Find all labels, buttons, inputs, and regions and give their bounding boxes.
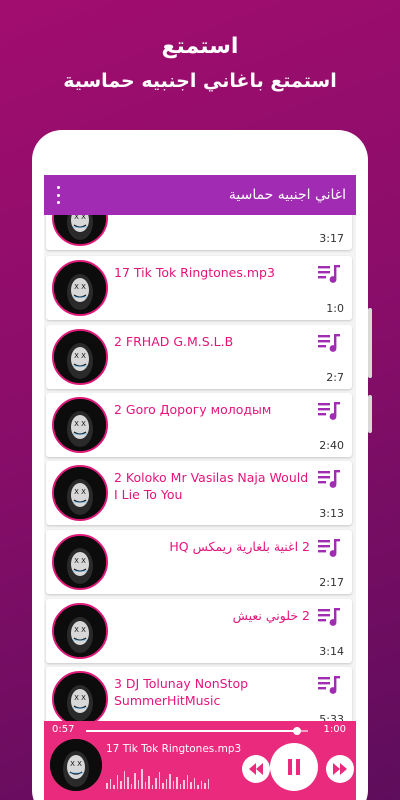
- song-item[interactable]: X X 2 Koloko Mr Vasilas Naja Would I Lie …: [46, 461, 352, 525]
- song-duration: 2:40: [319, 439, 344, 452]
- total-time: 1:00: [323, 724, 346, 735]
- song-item[interactable]: X X 2 FRHAD G.M.S.L.B 2:7: [46, 325, 352, 389]
- add-to-playlist-icon[interactable]: [318, 469, 340, 489]
- more-vert-icon[interactable]: [54, 186, 62, 204]
- pause-button[interactable]: [270, 743, 318, 791]
- svg-text:X X: X X: [74, 420, 86, 428]
- promo-subtitle: استمتع باغاني اجنبيه حماسية: [63, 70, 337, 92]
- app-bar: اغاني اجنبيه حماسية: [44, 175, 356, 215]
- svg-text:X X: X X: [70, 760, 82, 768]
- app-title: اغاني اجنبيه حماسية: [228, 187, 346, 203]
- song-item[interactable]: X X 2 اغنية بلغارية ريمكس HQ 2:17: [46, 530, 352, 594]
- song-duration: 2:17: [319, 576, 344, 589]
- song-item[interactable]: X X 2 خلوني نعيش 3:14: [46, 599, 352, 663]
- add-to-playlist-icon[interactable]: [318, 607, 340, 627]
- current-time: 0:57: [52, 724, 75, 735]
- song-duration: 2:7: [326, 371, 344, 384]
- skip-next-icon: [333, 763, 347, 775]
- song-item[interactable]: X X 17 Tik Tok Ringtones.mp3 1:0: [46, 256, 352, 320]
- song-artwork: X X: [52, 671, 108, 727]
- song-title: 17 Tik Tok Ringtones.mp3: [114, 265, 275, 280]
- now-playing-title: 17 Tik Tok Ringtones.mp3: [106, 743, 242, 755]
- song-artwork: X X: [52, 397, 108, 453]
- add-to-playlist-icon[interactable]: [318, 264, 340, 284]
- phone-side-button: [368, 395, 372, 433]
- svg-text:X X: X X: [74, 283, 86, 291]
- now-playing-artwork: X X: [50, 739, 102, 791]
- song-title: 3 DJ Tolunay NonStop SummerHitMusic: [114, 676, 249, 708]
- audio-waveform: [106, 761, 226, 789]
- song-title: 2 Goro Дорогу молодым: [114, 402, 272, 417]
- song-duration: 3:14: [319, 645, 344, 658]
- song-duration: 3:17: [319, 232, 344, 245]
- phone-frame: اغاني اجنبيه حماسية X X 3:17 X X 17 Tik Tok…: [32, 130, 368, 800]
- song-title: 2 FRHAD G.M.S.L.B: [114, 334, 234, 349]
- song-title: 2 خلوني نعيش: [232, 608, 310, 623]
- mini-player: 0:57 1:00 X X 17 Tik Tok Ringtones.mp3: [44, 721, 356, 800]
- add-to-playlist-icon[interactable]: [318, 538, 340, 558]
- song-title: 2 Koloko Mr Vasilas Naja Would I Lie To …: [114, 470, 309, 502]
- song-artwork: X X: [52, 260, 108, 316]
- svg-text:X X: X X: [74, 626, 86, 634]
- skip-next-button[interactable]: [326, 755, 354, 783]
- skip-previous-icon: [249, 763, 263, 775]
- song-artwork: X X: [52, 465, 108, 521]
- svg-text:X X: X X: [74, 557, 86, 565]
- skip-previous-button[interactable]: [242, 755, 270, 783]
- seek-thumb[interactable]: [292, 727, 301, 735]
- add-to-playlist-icon[interactable]: [318, 333, 340, 353]
- svg-text:X X: X X: [74, 694, 86, 702]
- phone-side-button: [368, 308, 372, 378]
- svg-text:X X: X X: [74, 488, 86, 496]
- song-duration: 1:0: [326, 302, 344, 315]
- song-artwork: X X: [52, 534, 108, 590]
- add-to-playlist-icon[interactable]: [318, 401, 340, 421]
- song-title: 2 اغنية بلغارية ريمكس HQ: [169, 539, 310, 554]
- promo-title: استمتع: [161, 34, 239, 59]
- song-artwork: X X: [52, 329, 108, 385]
- song-artwork: X X: [52, 603, 108, 659]
- svg-text:X X: X X: [74, 352, 86, 360]
- song-duration: 3:13: [319, 507, 344, 520]
- add-to-playlist-icon[interactable]: [318, 675, 340, 695]
- song-item[interactable]: X X 2 Goro Дорогу молодым 2:40: [46, 393, 352, 457]
- seek-bar[interactable]: [86, 727, 308, 735]
- app-screen: اغاني اجنبيه حماسية X X 3:17 X X 17 Tik Tok…: [44, 175, 356, 800]
- seek-bar-fill: [86, 730, 297, 732]
- pause-icon: [288, 759, 300, 775]
